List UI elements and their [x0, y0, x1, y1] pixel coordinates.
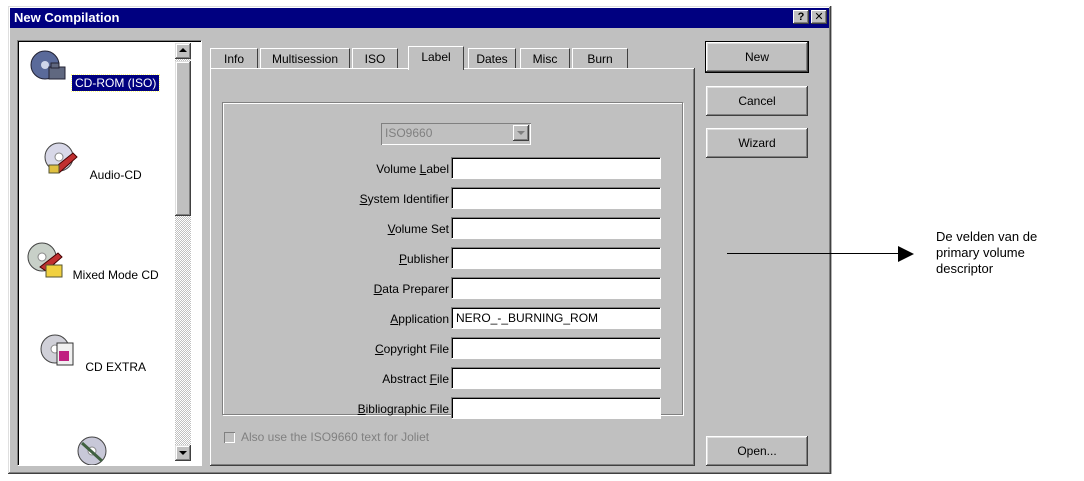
field-label: System Identifier [359, 192, 449, 206]
tab-misc[interactable]: Misc [520, 48, 570, 68]
format-select: ISO9660 [381, 123, 531, 145]
annotation-arrow-line [727, 253, 899, 254]
volume-set-input[interactable] [451, 217, 661, 239]
wizard-button[interactable]: Wizard [706, 128, 808, 158]
open-button[interactable]: Open... [706, 436, 808, 466]
data-preparer-input[interactable] [451, 277, 661, 299]
field-label: Publisher [398, 252, 449, 266]
field-row: Volume Label [235, 157, 675, 181]
desktop-edge [831, 6, 832, 474]
tab-iso[interactable]: ISO [352, 48, 398, 68]
arrow-right-icon [898, 246, 914, 262]
label-tab-panel: ISO9660 Volume Label System Identifier V… [210, 68, 695, 466]
cancel-button[interactable]: Cancel [706, 86, 808, 116]
chevron-down-icon [517, 131, 525, 135]
format-select-value: ISO9660 [385, 126, 433, 140]
field-label: Copyright File [374, 342, 449, 356]
field-row: Data Preparer [235, 277, 675, 301]
field-row: Publisher [235, 247, 675, 271]
list-item-mixed-mode-cd[interactable]: Mixed Mode CD [20, 239, 168, 283]
compilation-type-list[interactable]: CD-ROM (ISO) Audio-CD Mixed Mode CD CD E… [17, 40, 202, 466]
sidebar-scrollbar[interactable] [175, 43, 191, 461]
cd-extra-icon [40, 334, 74, 366]
field-label: Application [390, 312, 449, 326]
field-label: Data Preparer [373, 282, 449, 296]
joliet-checkbox-label: Also use the ISO9660 text for Joliet [241, 430, 430, 444]
abstract-file-input[interactable] [451, 367, 661, 389]
tab-dates[interactable]: Dates [468, 48, 516, 68]
tab-multisession[interactable]: Multisession [260, 48, 350, 68]
copyright-file-input[interactable] [451, 337, 661, 359]
mixed-mode-cd-icon [27, 242, 64, 278]
scroll-thumb[interactable] [175, 61, 191, 216]
label-groupbox: ISO9660 Volume Label System Identifier V… [222, 102, 683, 419]
list-item-label: Mixed Mode CD [72, 268, 159, 282]
application-input[interactable] [451, 307, 661, 329]
list-item-label: CD EXTRA [85, 360, 147, 374]
arrow-up-icon [179, 48, 187, 52]
help-button[interactable]: ? [793, 10, 809, 24]
format-select-button [513, 125, 529, 141]
audio-cd-icon [44, 142, 79, 174]
arrow-down-icon [179, 451, 187, 455]
list-item-cd-rom-iso[interactable]: CD-ROM (ISO) [20, 47, 168, 92]
window-title: New Compilation [14, 10, 120, 25]
field-label: Volume Set [387, 222, 449, 236]
field-row: Volume Set [235, 217, 675, 241]
field-label: Bibliographic File [357, 402, 449, 416]
tab-burn[interactable]: Burn [572, 48, 628, 68]
cd-rom-iso-icon [30, 50, 66, 80]
scroll-up-button[interactable] [175, 43, 191, 59]
field-label: Abstract File [382, 372, 449, 386]
list-item-label: CD-ROM (ISO) [70, 74, 161, 92]
field-row: Application [235, 307, 675, 331]
joliet-checkbox [224, 432, 235, 443]
publisher-input[interactable] [451, 247, 661, 269]
volume-label-input[interactable] [451, 157, 661, 179]
field-row: Copyright File [235, 337, 675, 361]
field-row: Bibliographic File [235, 397, 675, 419]
tab-info[interactable]: Info [210, 48, 258, 68]
title-bar: New Compilation ? ✕ [10, 8, 829, 28]
list-item-cd[interactable] [20, 433, 168, 465]
close-button[interactable]: ✕ [811, 10, 827, 24]
field-row: Abstract File [235, 367, 675, 391]
joliet-checkbox-row: Also use the ISO9660 text for Joliet [224, 430, 429, 444]
field-row: System Identifier [235, 187, 675, 211]
scroll-down-button[interactable] [175, 445, 191, 461]
list-item-label: Audio-CD [89, 168, 142, 182]
list-item-cd-extra[interactable]: CD EXTRA [20, 331, 168, 375]
tab-label[interactable]: Label [408, 46, 464, 70]
bibliographic-file-input[interactable] [451, 397, 661, 419]
new-button[interactable]: New [705, 41, 809, 73]
field-label: Volume Label [376, 162, 449, 176]
list-item-audio-cd[interactable]: Audio-CD [20, 139, 168, 183]
cd-icon [77, 436, 107, 465]
system-identifier-input[interactable] [451, 187, 661, 209]
annotation-text: De velden van de primary volume descript… [936, 229, 1038, 276]
